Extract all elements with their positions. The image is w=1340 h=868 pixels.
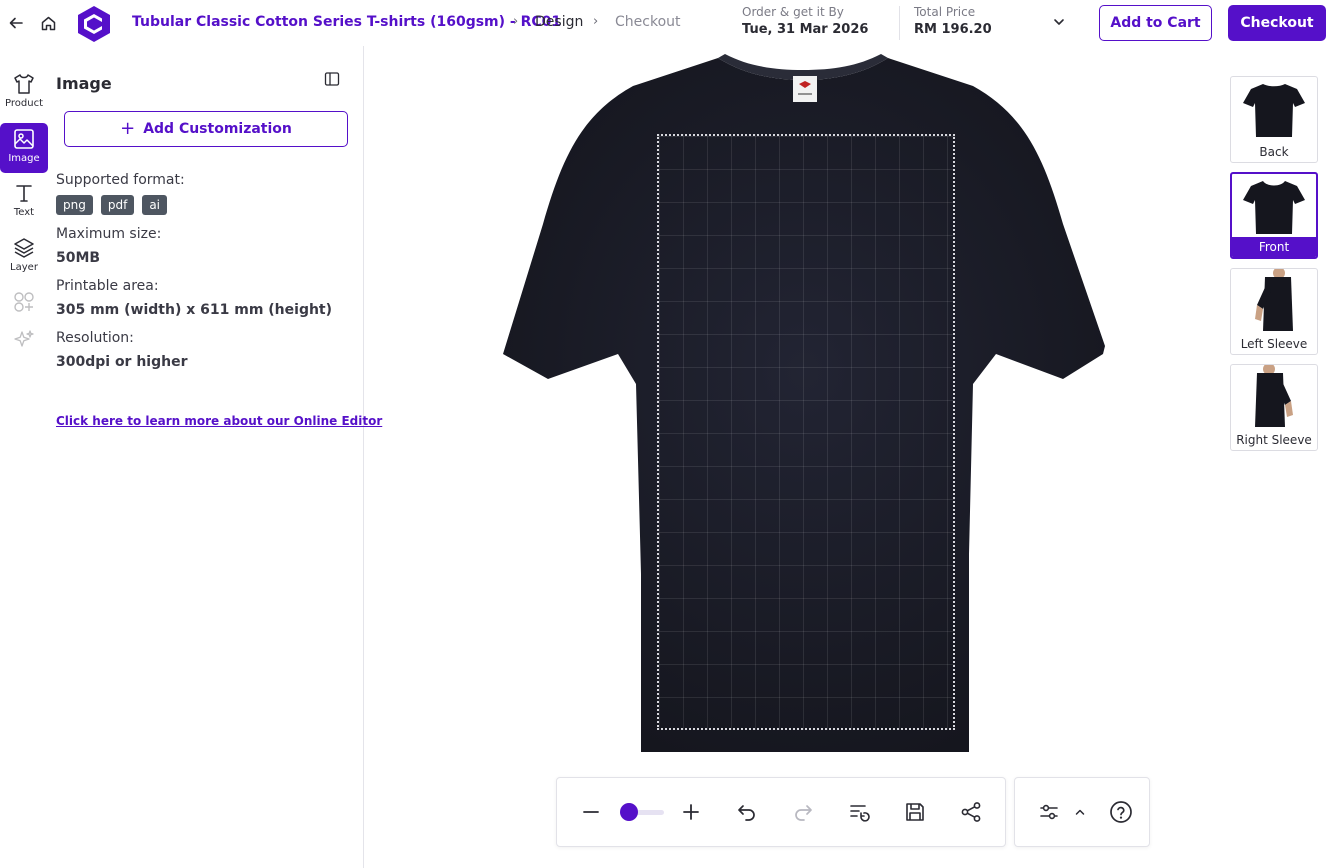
- view-front[interactable]: Front: [1230, 172, 1318, 259]
- format-chip: png: [56, 195, 93, 215]
- max-size-value: 50MB: [56, 250, 101, 266]
- history-list-icon[interactable]: [846, 799, 872, 825]
- total-price-label: Total Price: [914, 5, 976, 19]
- tool-rail: Product Image Text Layer: [0, 46, 48, 868]
- layers-icon: [14, 238, 34, 258]
- breadcrumb-design[interactable]: Design: [535, 14, 583, 30]
- rail-label-layer: Layer: [10, 262, 38, 273]
- collapse-panel-icon[interactable]: [324, 71, 342, 89]
- tshirt-front-thumbnail: [1243, 181, 1305, 234]
- chevron-down-icon[interactable]: [1049, 12, 1069, 32]
- top-header: Tubular Classic Cotton Series T-shirts (…: [0, 0, 1340, 46]
- zoom-in-icon[interactable]: [678, 799, 704, 825]
- brand-logo[interactable]: [75, 5, 113, 43]
- rail-item-text[interactable]: Text: [0, 177, 48, 227]
- view-label-left-sleeve: Left Sleeve: [1240, 337, 1308, 351]
- tshirt-icon: [14, 74, 34, 94]
- order-date-value: Tue, 31 Mar 2026: [742, 22, 869, 37]
- settings-sliders-icon[interactable]: [1036, 799, 1062, 825]
- back-arrow-icon[interactable]: [5, 12, 27, 34]
- text-icon: [16, 185, 32, 202]
- view-label-front: Front: [1232, 237, 1316, 257]
- rail-label-product: Product: [5, 98, 43, 109]
- breadcrumb-chevron-icon: ›: [513, 14, 519, 29]
- share-icon[interactable]: [958, 799, 984, 825]
- rail-item-ai[interactable]: [0, 325, 48, 355]
- rail-item-image[interactable]: Image: [0, 123, 48, 173]
- image-panel: Image + Add Customization Supported form…: [48, 46, 382, 868]
- view-right-sleeve[interactable]: Right Sleeve: [1230, 364, 1318, 451]
- home-icon[interactable]: [37, 12, 59, 34]
- sparkle-icon: [14, 330, 34, 347]
- rail-label-text: Text: [13, 207, 35, 218]
- tshirt-back-thumbnail: [1243, 84, 1305, 137]
- total-price-block: Total Price RM 196.20: [914, 5, 992, 37]
- plus-icon: +: [120, 118, 136, 139]
- product-title[interactable]: Tubular Classic Cotton Series T-shirts (…: [132, 14, 561, 30]
- left-sleeve-thumbnail: [1255, 269, 1293, 331]
- chevron-up-icon[interactable]: [1070, 799, 1090, 825]
- view-label-right-sleeve: Right Sleeve: [1236, 433, 1312, 447]
- printable-area-value: 305 mm (width) x 611 mm (height): [56, 302, 333, 318]
- learn-more-link[interactable]: Click here to learn more about our Onlin…: [56, 414, 382, 428]
- format-chips: png pdf ai: [56, 195, 167, 215]
- add-to-cart-button[interactable]: Add to Cart: [1099, 5, 1212, 41]
- zoom-out-icon[interactable]: [578, 799, 604, 825]
- right-sleeve-thumbnail: [1255, 365, 1293, 427]
- redo-icon[interactable]: [790, 799, 816, 825]
- breadcrumb-chevron-icon: ›: [593, 14, 599, 29]
- undo-icon[interactable]: [734, 799, 760, 825]
- supported-format-label: Supported format:: [56, 172, 185, 188]
- total-price-value: RM 196.20: [914, 22, 992, 37]
- shapes-icon: [14, 292, 34, 312]
- view-left-sleeve[interactable]: Left Sleeve: [1230, 268, 1318, 355]
- rail-item-product[interactable]: Product: [0, 68, 48, 118]
- header-divider: [899, 6, 900, 40]
- image-icon: [14, 129, 34, 149]
- view-label-back: Back: [1259, 145, 1289, 159]
- panel-title: Image: [56, 74, 112, 93]
- resolution-label: Resolution:: [56, 330, 134, 346]
- view-back[interactable]: Back: [1230, 76, 1318, 163]
- format-chip: ai: [142, 195, 167, 215]
- save-icon[interactable]: [902, 799, 928, 825]
- printable-area-label: Printable area:: [56, 278, 159, 294]
- checkout-button[interactable]: Checkout: [1228, 5, 1326, 41]
- breadcrumb-checkout[interactable]: Checkout: [615, 14, 681, 30]
- zoom-slider-handle[interactable]: [620, 803, 638, 821]
- help-icon[interactable]: [1108, 799, 1134, 825]
- order-date-label: Order & get it By: [742, 5, 844, 19]
- rail-item-elements[interactable]: [0, 287, 48, 317]
- rail-label-image: Image: [8, 153, 40, 164]
- format-chip: pdf: [100, 195, 135, 215]
- design-canvas[interactable]: [365, 46, 1340, 868]
- add-customization-button[interactable]: + Add Customization: [64, 111, 348, 147]
- printable-area[interactable]: [657, 134, 955, 730]
- rail-item-layer[interactable]: Layer: [0, 232, 48, 282]
- add-customization-label: Add Customization: [143, 121, 292, 137]
- order-date-block: Order & get it By Tue, 31 Mar 2026: [742, 5, 868, 37]
- max-size-label: Maximum size:: [56, 226, 162, 242]
- resolution-value: 300dpi or higher: [56, 354, 188, 370]
